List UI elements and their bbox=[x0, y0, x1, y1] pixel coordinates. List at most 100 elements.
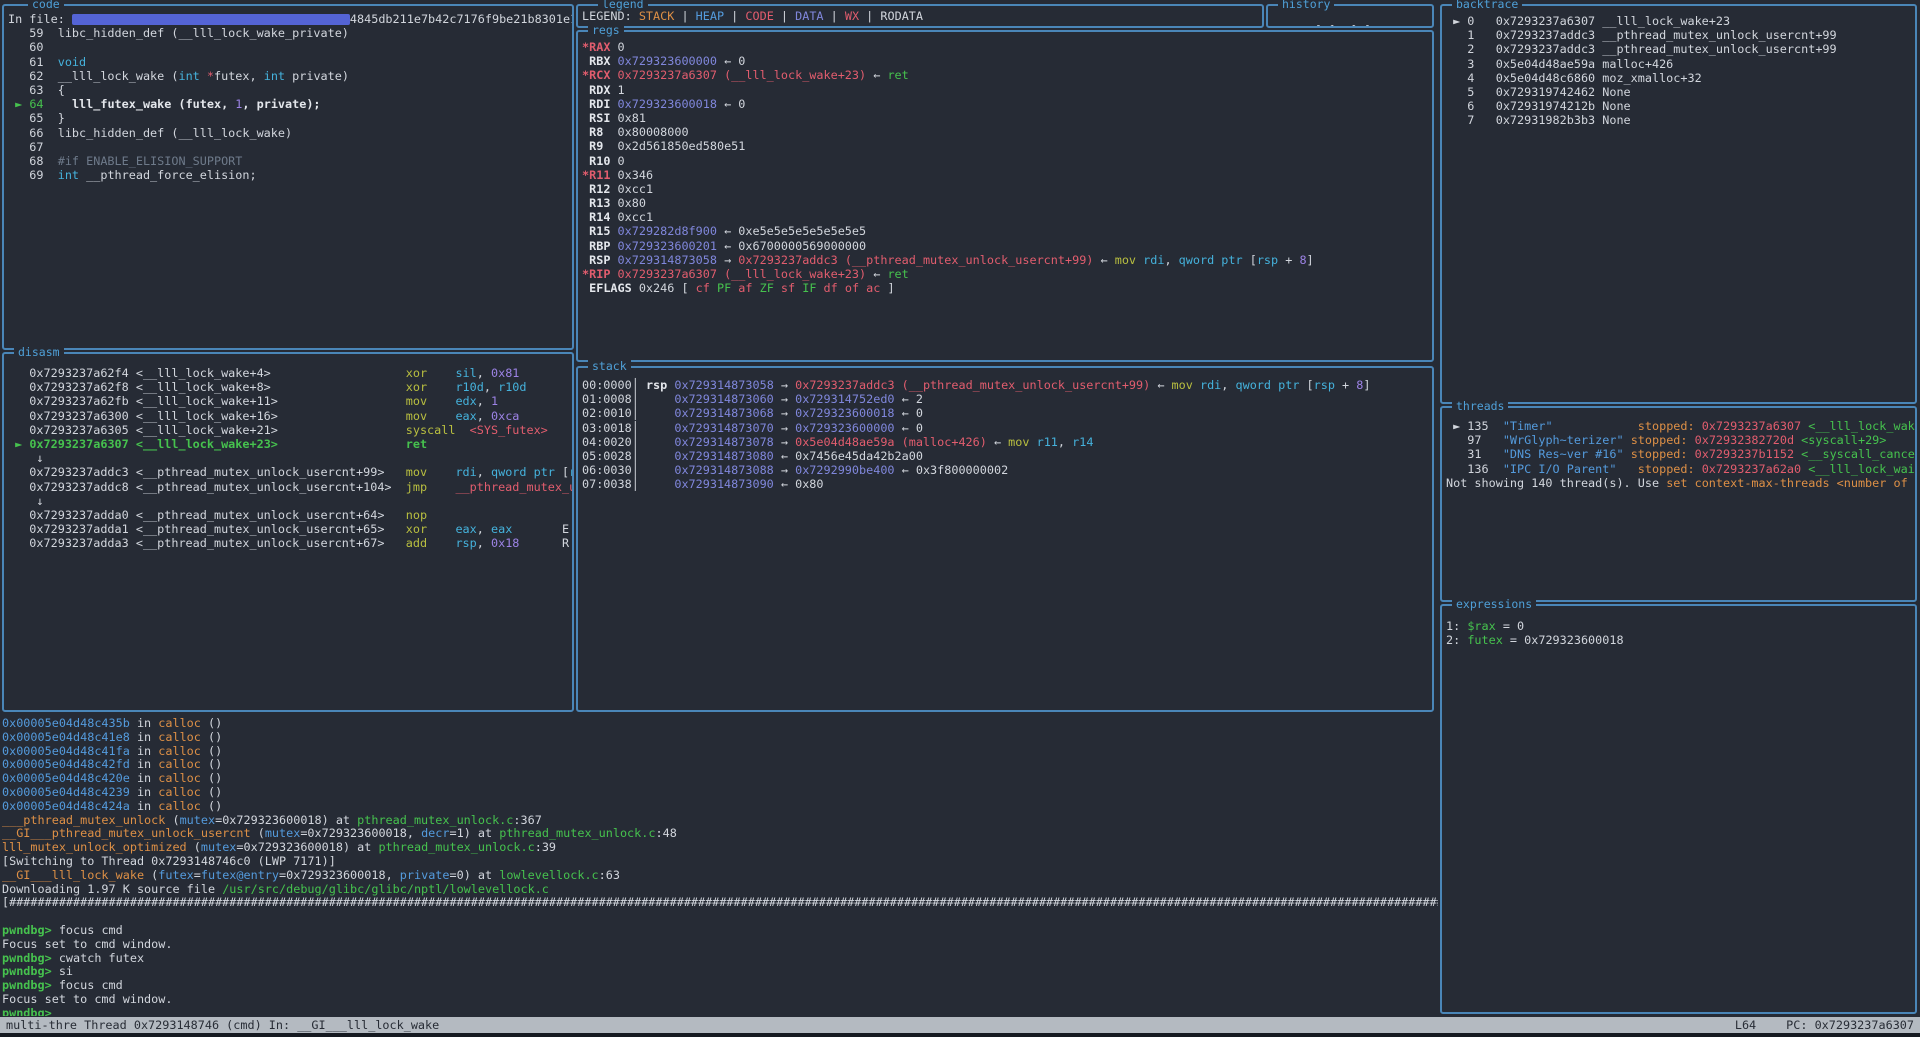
console-line: [Switching to Thread 0x7293148746c0 (LWP… bbox=[2, 854, 1438, 868]
disasm-line: 0x7293237a6300 <__lll_lock_wake+16> mov … bbox=[8, 409, 572, 423]
registers-panel-title: regs bbox=[588, 23, 624, 37]
code-panel: code In file: 4845db211e7b42c7176f9be21b… bbox=[2, 4, 574, 350]
history-forward-button[interactable]: [→] bbox=[1350, 23, 1371, 26]
console-line: 0x00005e04d48c4239 in calloc () bbox=[2, 785, 1438, 799]
disasm-line: 0x7293237a6305 <__lll_lock_wake+21> sysc… bbox=[8, 423, 572, 437]
code-line: 62 __lll_lock_wake (int *futex, int priv… bbox=[8, 69, 572, 83]
register-line: *RIP 0x7293237a6307 (__lll_lock_wake+23)… bbox=[582, 267, 1432, 281]
register-line: R8 0x80008000 bbox=[582, 125, 1432, 139]
console-line: Downloading 1.97 K source file /usr/src/… bbox=[2, 882, 1438, 896]
console-line: pwndbg> bbox=[2, 1006, 1438, 1016]
status-pc: PC: 0x7293237a6307 bbox=[1786, 1018, 1914, 1032]
register-line: R14 0xcc1 bbox=[582, 210, 1432, 224]
backtrace-panel: backtrace ► 0 0x7293237a6307 __lll_lock_… bbox=[1440, 4, 1917, 404]
expression-row: 1: $rax = 0 bbox=[1446, 619, 1915, 633]
status-bar: multi-thre Thread 0x7293148746 (cmd) In:… bbox=[0, 1017, 1920, 1033]
backtrace-frame: 6 0x72931974212b None bbox=[1446, 99, 1915, 113]
disasm-lines: 0x7293237a62f4 <__lll_lock_wake+4> xor s… bbox=[4, 354, 572, 710]
backtrace-frame: ► 0 0x7293237a6307 __lll_lock_wake+23 bbox=[1446, 14, 1915, 28]
console-line: 0x00005e04d48c424a in calloc () bbox=[2, 799, 1438, 813]
stack-line: 05:0028│ 0x729314873080 ← 0x7456e45da42b… bbox=[582, 449, 1432, 463]
console-line: pwndbg> focus cmd bbox=[2, 978, 1438, 992]
disasm-line: 0x7293237addc3 <__pthread_mutex_unlock_u… bbox=[8, 465, 572, 479]
history-panel: history [←][→] bbox=[1266, 4, 1434, 28]
thread-lines: ► 135 "Timer" stopped: 0x7293237a6307 <_… bbox=[1442, 408, 1915, 600]
backtrace-frame: 5 0x729319742462 None bbox=[1446, 85, 1915, 99]
register-line: R15 0x729282d8f900 ← 0xe5e5e5e5e5e5e5e5 bbox=[582, 224, 1432, 238]
disasm-line: 0x7293237a62fb <__lll_lock_wake+11> mov … bbox=[8, 394, 572, 408]
code-line: 69 int __pthread_force_elision; bbox=[8, 168, 572, 182]
disasm-panel-title: disasm bbox=[14, 345, 64, 359]
disasm-line: 0x7293237adda3 <__pthread_mutex_unlock_u… bbox=[8, 536, 572, 550]
disasm-line: 0x7293237a62f8 <__lll_lock_wake+8> xor r… bbox=[8, 380, 572, 394]
register-line: RBP 0x729323600201 ← 0x6700000569000000 bbox=[582, 239, 1432, 253]
stack-line: 00:0000│ rsp 0x729314873058 → 0x7293237a… bbox=[582, 378, 1432, 392]
code-panel-title: code bbox=[28, 0, 64, 11]
backtrace-frame: 4 0x5e04d48c6860 moz_xmalloc+32 bbox=[1446, 71, 1915, 85]
disasm-line: 0x7293237adda1 <__pthread_mutex_unlock_u… bbox=[8, 522, 572, 536]
thread-row: 97 "WrGlyph~terizer" stopped: 0x72932382… bbox=[1446, 433, 1915, 447]
backtrace-frame: 2 0x7293237addc3 __pthread_mutex_unlock_… bbox=[1446, 42, 1915, 56]
history-back-button[interactable]: [←] bbox=[1315, 23, 1336, 26]
stack-panel-title: stack bbox=[588, 359, 631, 373]
legend-panel-title: legend bbox=[598, 0, 648, 11]
console-line: ___pthread_mutex_unlock (mutex=0x7293236… bbox=[2, 813, 1438, 827]
backtrace-panel-title: backtrace bbox=[1452, 0, 1522, 11]
disasm-line: ↓ bbox=[8, 451, 572, 465]
backtrace-frame: 7 0x72931982b3b3 None bbox=[1446, 113, 1915, 127]
disasm-line: 0x7293237adda0 <__pthread_mutex_unlock_u… bbox=[8, 508, 572, 522]
status-thread-info: multi-thre Thread 0x7293148746 (cmd) In:… bbox=[6, 1018, 439, 1032]
code-line: 59 libc_hidden_def (__lll_lock_wake_priv… bbox=[8, 26, 572, 40]
code-source-lines: In file: 4845db211e7b42c7176f9be21b8301e… bbox=[4, 6, 572, 348]
backtrace-frame: 1 0x7293237addc3 __pthread_mutex_unlock_… bbox=[1446, 28, 1915, 42]
console-line: __GI___pthread_mutex_unlock_usercnt (mut… bbox=[2, 826, 1438, 840]
stack-line: 03:0018│ 0x729314873070 → 0x729323600000… bbox=[582, 421, 1432, 435]
console-line: Focus set to cmd window. bbox=[2, 992, 1438, 1006]
threads-panel-title: threads bbox=[1452, 399, 1508, 413]
history-panel-title: history bbox=[1278, 0, 1334, 11]
code-line: 65 } bbox=[8, 111, 572, 125]
register-line: *RCX 0x7293237a6307 (__lll_lock_wake+23)… bbox=[582, 68, 1432, 82]
threads-panel: threads ► 135 "Timer" stopped: 0x7293237… bbox=[1440, 406, 1917, 602]
register-line: R13 0x80 bbox=[582, 196, 1432, 210]
stack-line: 06:0030│ 0x729314873088 → 0x7292990be400… bbox=[582, 463, 1432, 477]
disasm-line: ↓ bbox=[8, 494, 572, 508]
thread-row: 136 "IPC I/O Parent" stopped: 0x7293237a… bbox=[1446, 462, 1915, 476]
registers-panel: regs *RAX 0 RBX 0x729323600000 ← 0*RCX 0… bbox=[576, 30, 1434, 362]
expressions-panel: expressions 1: $rax = 02: futex = 0x7293… bbox=[1440, 604, 1917, 1014]
register-line: *R11 0x346 bbox=[582, 168, 1432, 182]
stack-panel: stack 00:0000│ rsp 0x729314873058 → 0x72… bbox=[576, 366, 1434, 712]
console-line: [#######################################… bbox=[2, 895, 1438, 909]
legend-panel: legend LEGEND: STACK | HEAP | CODE | DAT… bbox=[576, 4, 1264, 28]
code-line: 63 { bbox=[8, 83, 572, 97]
register-line: R12 0xcc1 bbox=[582, 182, 1432, 196]
console-line: 0x00005e04d48c42fd in calloc () bbox=[2, 757, 1438, 771]
disasm-line: ► 0x7293237a6307 <__lll_lock_wake+23> re… bbox=[8, 437, 572, 451]
console-line: lll_mutex_unlock_optimized (mutex=0x7293… bbox=[2, 840, 1438, 854]
stack-line: 01:0008│ 0x729314873060 → 0x729314752ed0… bbox=[582, 392, 1432, 406]
stack-line: 02:0010│ 0x729314873068 → 0x729323600018… bbox=[582, 406, 1432, 420]
register-line: RDI 0x729323600018 ← 0 bbox=[582, 97, 1432, 111]
console-line: pwndbg> cwatch futex bbox=[2, 951, 1438, 965]
status-line-number: L64 bbox=[1735, 1018, 1756, 1032]
console-line bbox=[2, 909, 1438, 923]
register-line: RBX 0x729323600000 ← 0 bbox=[582, 54, 1432, 68]
console-output[interactable]: 0x00005e04d48c435b in calloc ()0x00005e0… bbox=[2, 712, 1438, 1016]
code-line: 66 libc_hidden_def (__lll_lock_wake) bbox=[8, 126, 572, 140]
console-line: pwndbg> si bbox=[2, 964, 1438, 978]
code-line: 68 #if ENABLE_ELISION_SUPPORT bbox=[8, 154, 572, 168]
register-line: *RAX 0 bbox=[582, 40, 1432, 54]
console-line: 0x00005e04d48c41e8 in calloc () bbox=[2, 730, 1438, 744]
console-line: Focus set to cmd window. bbox=[2, 937, 1438, 951]
code-line: 61 void bbox=[8, 55, 572, 69]
console-line: 0x00005e04d48c435b in calloc () bbox=[2, 716, 1438, 730]
bottom-strip bbox=[0, 1033, 1920, 1037]
legend-line: LEGEND: STACK | HEAP | CODE | DATA | WX … bbox=[578, 6, 1262, 26]
code-line: 67 bbox=[8, 140, 572, 154]
console-line: __GI___lll_lock_wake (futex=futex@entry=… bbox=[2, 868, 1438, 882]
expression-row: 2: futex = 0x729323600018 bbox=[1446, 633, 1915, 647]
register-lines: *RAX 0 RBX 0x729323600000 ← 0*RCX 0x7293… bbox=[578, 32, 1432, 360]
thread-row: Not showing 140 thread(s). Use set conte… bbox=[1446, 476, 1915, 490]
code-line: In file: 4845db211e7b42c7176f9be21b8301e… bbox=[8, 12, 572, 26]
backtrace-lines: ► 0 0x7293237a6307 __lll_lock_wake+23 1 … bbox=[1442, 6, 1915, 402]
